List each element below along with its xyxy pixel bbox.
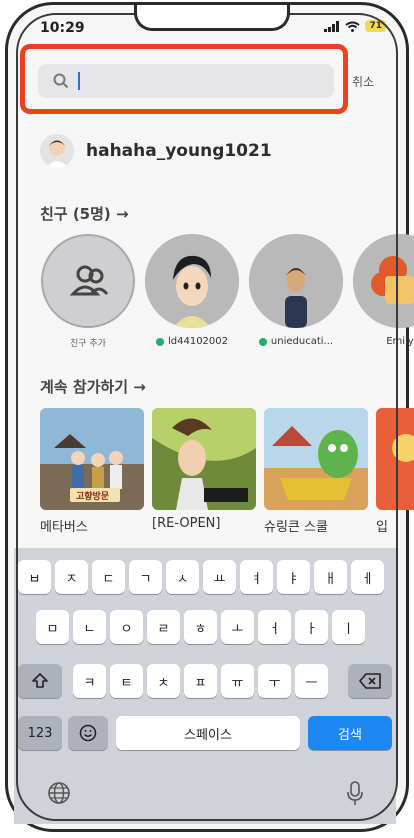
korean-keyboard: ㅂ ㅈ ㄷ ㄱ ㅅ ㅛ ㅕ ㅑ ㅐ ㅔ ㅁ ㄴ ㅇ ㄹ ㅎ ㅗ ㅓ ㅏ ㅣ ㅋ … bbox=[14, 548, 396, 824]
key[interactable]: ㅍ bbox=[184, 664, 217, 698]
key[interactable]: ㄴ bbox=[73, 610, 106, 644]
avatar bbox=[40, 134, 74, 168]
key[interactable]: ㅕ bbox=[240, 560, 273, 594]
game-thumbnail bbox=[376, 408, 414, 510]
key[interactable]: ㅈ bbox=[55, 560, 88, 594]
add-friend-label: 친구 추가 bbox=[70, 339, 106, 349]
phone-notch bbox=[134, 5, 290, 31]
game-card[interactable]: 고향방문 메타버스 bbox=[40, 408, 144, 535]
game-card[interactable]: [RE-OPEN] bbox=[152, 408, 256, 531]
game-title: [RE-OPEN] bbox=[152, 516, 221, 531]
game-card[interactable]: 슈링큰 스쿨 bbox=[264, 408, 368, 535]
key[interactable]: ㅌ bbox=[110, 664, 143, 698]
friend-item[interactable]: Emily bbox=[352, 234, 414, 347]
online-indicator bbox=[155, 337, 164, 346]
add-friend-button[interactable]: 친구 추가 bbox=[40, 234, 136, 349]
key[interactable]: ㄷ bbox=[92, 560, 125, 594]
key[interactable]: ㅊ bbox=[147, 664, 180, 698]
friend-avatar bbox=[249, 234, 343, 328]
key[interactable]: ㅅ bbox=[166, 560, 199, 594]
game-thumbnail bbox=[264, 408, 368, 510]
friend-item[interactable]: unieducati... bbox=[248, 234, 344, 347]
key[interactable]: ㅠ bbox=[221, 664, 254, 698]
battery-indicator: 71 bbox=[365, 20, 386, 32]
shift-key[interactable] bbox=[18, 664, 62, 698]
backspace-key[interactable] bbox=[348, 664, 392, 698]
friend-item[interactable]: ld44102002 bbox=[144, 234, 240, 347]
friend-name-row: ld44102002 bbox=[144, 336, 240, 347]
key[interactable]: ㅎ bbox=[184, 610, 217, 644]
friend-name: ld44102002 bbox=[167, 336, 229, 347]
wifi-icon bbox=[345, 21, 361, 32]
add-friend-circle bbox=[41, 234, 135, 328]
key[interactable]: ㅜ bbox=[258, 664, 291, 698]
key[interactable]: ㄹ bbox=[147, 610, 180, 644]
status-time: 10:29 bbox=[40, 20, 85, 36]
friend-name-row: Emily bbox=[352, 336, 414, 347]
friends-carousel: 친구 추가 ld44102002 unieducati... Emily bbox=[40, 234, 414, 364]
key[interactable]: ㅐ bbox=[314, 560, 347, 594]
key[interactable]: ㅇ bbox=[110, 610, 143, 644]
key[interactable]: ㅛ bbox=[203, 560, 236, 594]
search-highlight-box bbox=[20, 44, 348, 114]
game-title: 메타버스 bbox=[40, 520, 88, 535]
search-key[interactable]: 검색 bbox=[308, 716, 392, 750]
signal-icon bbox=[324, 20, 340, 32]
friend-name-row: unieducati... bbox=[248, 336, 344, 347]
game-thumbnail bbox=[152, 408, 256, 510]
key[interactable]: ㅁ bbox=[36, 610, 69, 644]
games-carousel: 고향방문 메타버스 [RE-OPEN] 슈링큰 스쿨 입 bbox=[40, 408, 414, 548]
shift-icon bbox=[32, 673, 48, 688]
key[interactable]: ㅓ bbox=[258, 610, 291, 644]
globe-icon[interactable] bbox=[44, 778, 74, 808]
game-card[interactable]: 입 bbox=[376, 408, 414, 535]
key[interactable]: ㅏ bbox=[295, 610, 328, 644]
friend-name: Emily bbox=[386, 336, 414, 347]
add-friend-icon bbox=[69, 265, 109, 296]
key[interactable]: ㅔ bbox=[351, 560, 384, 594]
game-title: 슈링큰 스쿨 bbox=[264, 520, 328, 535]
emoji-icon bbox=[79, 724, 97, 742]
key[interactable]: ㅂ bbox=[18, 560, 51, 594]
key[interactable]: ㅣ bbox=[332, 610, 365, 644]
numbers-key[interactable]: 123 bbox=[18, 716, 62, 750]
key[interactable]: ㅑ bbox=[277, 560, 310, 594]
game-title: 입 bbox=[376, 520, 388, 535]
key[interactable]: ㅋ bbox=[73, 664, 106, 698]
friend-avatar bbox=[145, 234, 239, 328]
username: hahaha_young1021 bbox=[86, 141, 272, 161]
key[interactable]: ㅗ bbox=[221, 610, 254, 644]
cancel-button[interactable]: 취소 bbox=[352, 73, 374, 90]
key[interactable]: ㄱ bbox=[129, 560, 162, 594]
friend-name: unieducati... bbox=[270, 336, 334, 347]
game-thumbnail: 고향방문 bbox=[40, 408, 144, 510]
key[interactable]: ㅡ bbox=[295, 664, 328, 698]
continue-section-title[interactable]: 계속 참가하기 → bbox=[40, 376, 146, 397]
friends-section-title[interactable]: 친구 (5명) → bbox=[40, 203, 129, 224]
friend-avatar bbox=[353, 234, 414, 328]
emoji-key[interactable] bbox=[68, 716, 108, 750]
status-icons: 71 bbox=[324, 20, 386, 32]
game-thumb-label: 고향방문 bbox=[76, 492, 110, 502]
backspace-icon bbox=[359, 673, 381, 689]
user-row[interactable]: hahaha_young1021 bbox=[40, 134, 272, 168]
online-indicator bbox=[258, 337, 267, 346]
space-key[interactable]: 스페이스 bbox=[116, 716, 300, 750]
microphone-icon[interactable] bbox=[340, 778, 370, 808]
